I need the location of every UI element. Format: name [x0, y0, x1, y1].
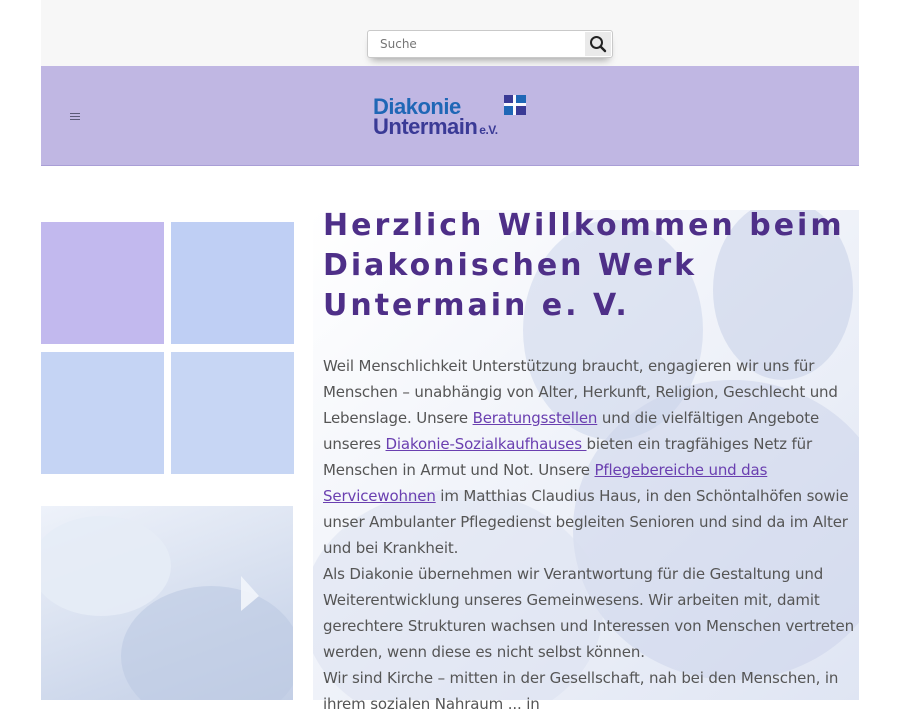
diakonie-logo[interactable]: Diakonie Untermain e.V. — [373, 94, 533, 140]
paragraph-verantwortung: Als Diakonie übernehmen wir Verantwortun… — [323, 565, 854, 661]
site-header: Diakonie Untermain e.V. — [41, 66, 859, 166]
top-bar — [41, 0, 859, 66]
intro-paragraph: Weil Menschlichkeit Unterstützung brauch… — [323, 357, 849, 557]
decorative-tiles — [41, 222, 294, 474]
hamburger-icon — [70, 113, 80, 114]
logo-cross-icon — [504, 95, 526, 115]
tile — [41, 222, 164, 344]
page-title: Herzlich Willkommen beim Diakonischen We… — [323, 208, 845, 323]
paragraph-kirche: Wir sind Kirche – mitten in der Gesellsc… — [323, 669, 839, 713]
decorative-photo — [41, 506, 293, 700]
main-content: Herzlich Willkommen beim Diakonischen We… — [323, 206, 855, 717]
search-box — [367, 30, 613, 58]
logo-suffix: e.V. — [479, 123, 498, 137]
link-sozialkaufhaus[interactable]: Diakonie-Sozialkaufhauses — [386, 435, 587, 453]
tile — [171, 352, 294, 474]
link-beratungsstellen[interactable]: Beratungsstellen — [473, 409, 598, 427]
menu-button[interactable] — [67, 110, 83, 122]
search-icon — [590, 36, 607, 53]
logo-line2: Untermain e.V. — [373, 114, 498, 139]
tile — [41, 352, 164, 474]
tile — [171, 222, 294, 344]
search-input[interactable] — [369, 32, 585, 56]
search-button[interactable] — [585, 32, 611, 56]
